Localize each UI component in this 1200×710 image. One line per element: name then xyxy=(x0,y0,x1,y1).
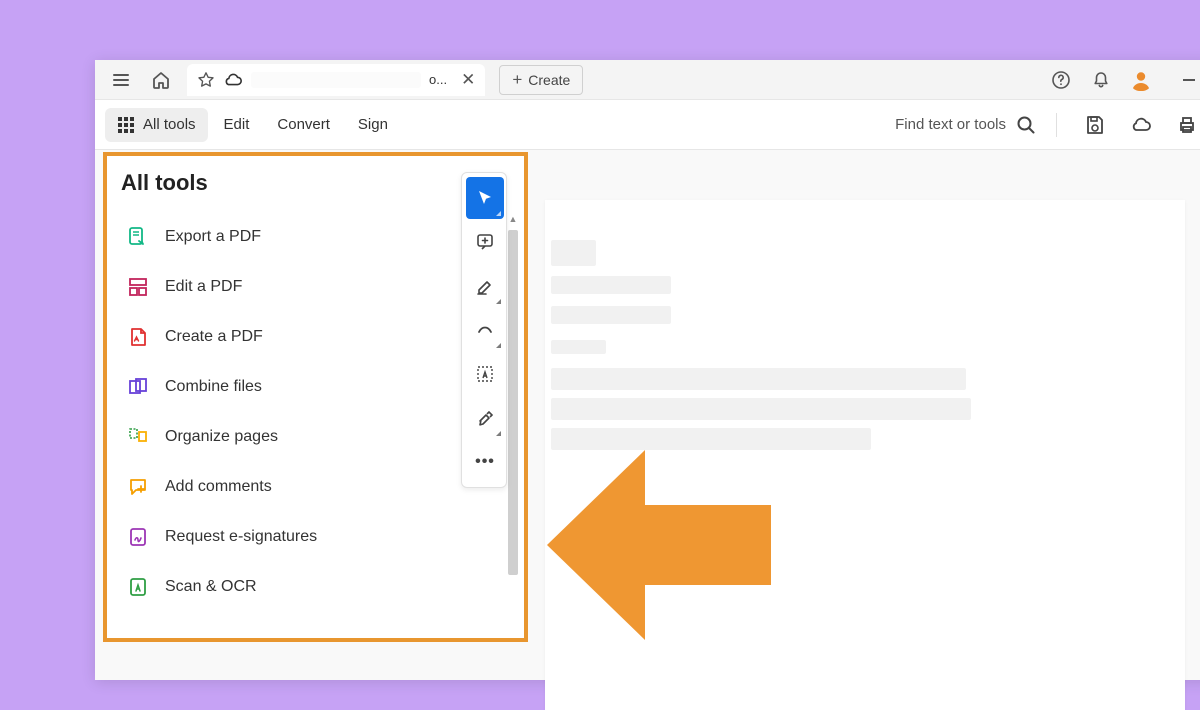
sidebar-item-label: Add comments xyxy=(165,478,272,496)
close-tab-icon[interactable]: ✕ xyxy=(461,70,475,90)
sidebar-item-edit-pdf[interactable]: Edit a PDF xyxy=(107,262,508,312)
scroll-thumb[interactable] xyxy=(508,230,518,575)
sidebar-item-label: Edit a PDF xyxy=(165,278,242,296)
chevron-corner-icon xyxy=(496,299,501,304)
esign-icon xyxy=(127,526,149,548)
export-icon xyxy=(127,226,149,248)
account-avatar[interactable] xyxy=(1123,64,1159,96)
all-tools-button[interactable]: All tools xyxy=(105,108,208,142)
tool-list: Export a PDF Edit a PDF Create a PDF xyxy=(107,212,508,638)
print-button[interactable] xyxy=(1169,109,1200,141)
help-button[interactable] xyxy=(1043,64,1079,96)
create-icon xyxy=(127,326,149,348)
create-button[interactable]: + Create xyxy=(499,65,583,95)
sidebar-item-label: Request e-signatures xyxy=(165,528,317,546)
tool-highlighter[interactable] xyxy=(466,265,504,307)
sidebar-item-scan-ocr[interactable]: Scan & OCR xyxy=(107,562,508,612)
home-button[interactable] xyxy=(143,64,179,96)
sign-menu[interactable]: Sign xyxy=(346,108,400,142)
convert-menu[interactable]: Convert xyxy=(265,108,342,142)
sidebar-item-label: Scan & OCR xyxy=(165,578,257,596)
tool-sticky-note[interactable] xyxy=(466,221,504,263)
panel-title: All tools xyxy=(121,170,208,196)
notifications-button[interactable] xyxy=(1083,64,1119,96)
search-label[interactable]: Find text or tools xyxy=(895,116,1006,133)
tool-text-select[interactable] xyxy=(466,353,504,395)
star-icon[interactable] xyxy=(197,71,215,89)
tool-draw[interactable] xyxy=(466,309,504,351)
sidebar-item-label: Create a PDF xyxy=(165,328,263,346)
main-toolbar: All tools Edit Convert Sign Find text or… xyxy=(95,100,1200,150)
chevron-corner-icon xyxy=(496,211,501,216)
chevron-corner-icon xyxy=(496,343,501,348)
tab-title xyxy=(251,72,421,88)
sidebar-item-label: Organize pages xyxy=(165,428,278,446)
create-label: Create xyxy=(528,72,570,88)
combine-icon xyxy=(127,376,149,398)
sidebar-item-organize[interactable]: Organize pages xyxy=(107,412,508,462)
cloud-icon xyxy=(223,71,243,89)
sidebar-item-esign[interactable]: Request e-signatures xyxy=(107,512,508,562)
more-icon: ••• xyxy=(475,453,495,471)
scroll-up-icon[interactable]: ▲ xyxy=(508,212,518,226)
plus-icon: + xyxy=(512,70,522,90)
edit-icon xyxy=(127,276,149,298)
all-tools-label: All tools xyxy=(143,116,196,133)
grid-icon xyxy=(117,116,135,134)
quick-tools-toolbar: ••• xyxy=(461,172,507,488)
minimize-button[interactable] xyxy=(1171,64,1200,96)
search-icon[interactable] xyxy=(1016,115,1036,135)
panel-scrollbar[interactable]: ▲ xyxy=(508,212,518,628)
edit-menu[interactable]: Edit xyxy=(212,108,262,142)
sidebar-item-create-pdf[interactable]: Create a PDF xyxy=(107,312,508,362)
tool-select[interactable] xyxy=(466,177,504,219)
sidebar-item-label: Export a PDF xyxy=(165,228,261,246)
app-window: o... ✕ + Create All tools Edit Conver xyxy=(95,60,1200,680)
sidebar-item-combine[interactable]: Combine files xyxy=(107,362,508,412)
comment-icon xyxy=(127,476,149,498)
document-view[interactable] xyxy=(545,200,1185,710)
tool-fill-sign[interactable] xyxy=(466,397,504,439)
sidebar-item-label: Combine files xyxy=(165,378,262,396)
workspace: All tools ✕ Export a PDF Edit a xyxy=(95,150,1200,680)
titlebar: o... ✕ + Create xyxy=(95,60,1200,100)
sidebar-item-export-pdf[interactable]: Export a PDF xyxy=(107,212,508,262)
save-button[interactable] xyxy=(1077,109,1113,141)
tab-title-suffix: o... xyxy=(429,72,447,87)
document-tab[interactable]: o... ✕ xyxy=(187,64,485,96)
tool-more[interactable]: ••• xyxy=(466,441,504,483)
cloud-sync-button[interactable] xyxy=(1123,109,1159,141)
all-tools-panel: All tools ✕ Export a PDF Edit a xyxy=(103,152,528,642)
chevron-corner-icon xyxy=(496,431,501,436)
menu-button[interactable] xyxy=(103,64,139,96)
sidebar-item-comments[interactable]: Add comments xyxy=(107,462,508,512)
organize-icon xyxy=(127,426,149,448)
all-tools-panel-highlight: All tools ✕ Export a PDF Edit a xyxy=(103,152,528,642)
scan-icon xyxy=(127,576,149,598)
